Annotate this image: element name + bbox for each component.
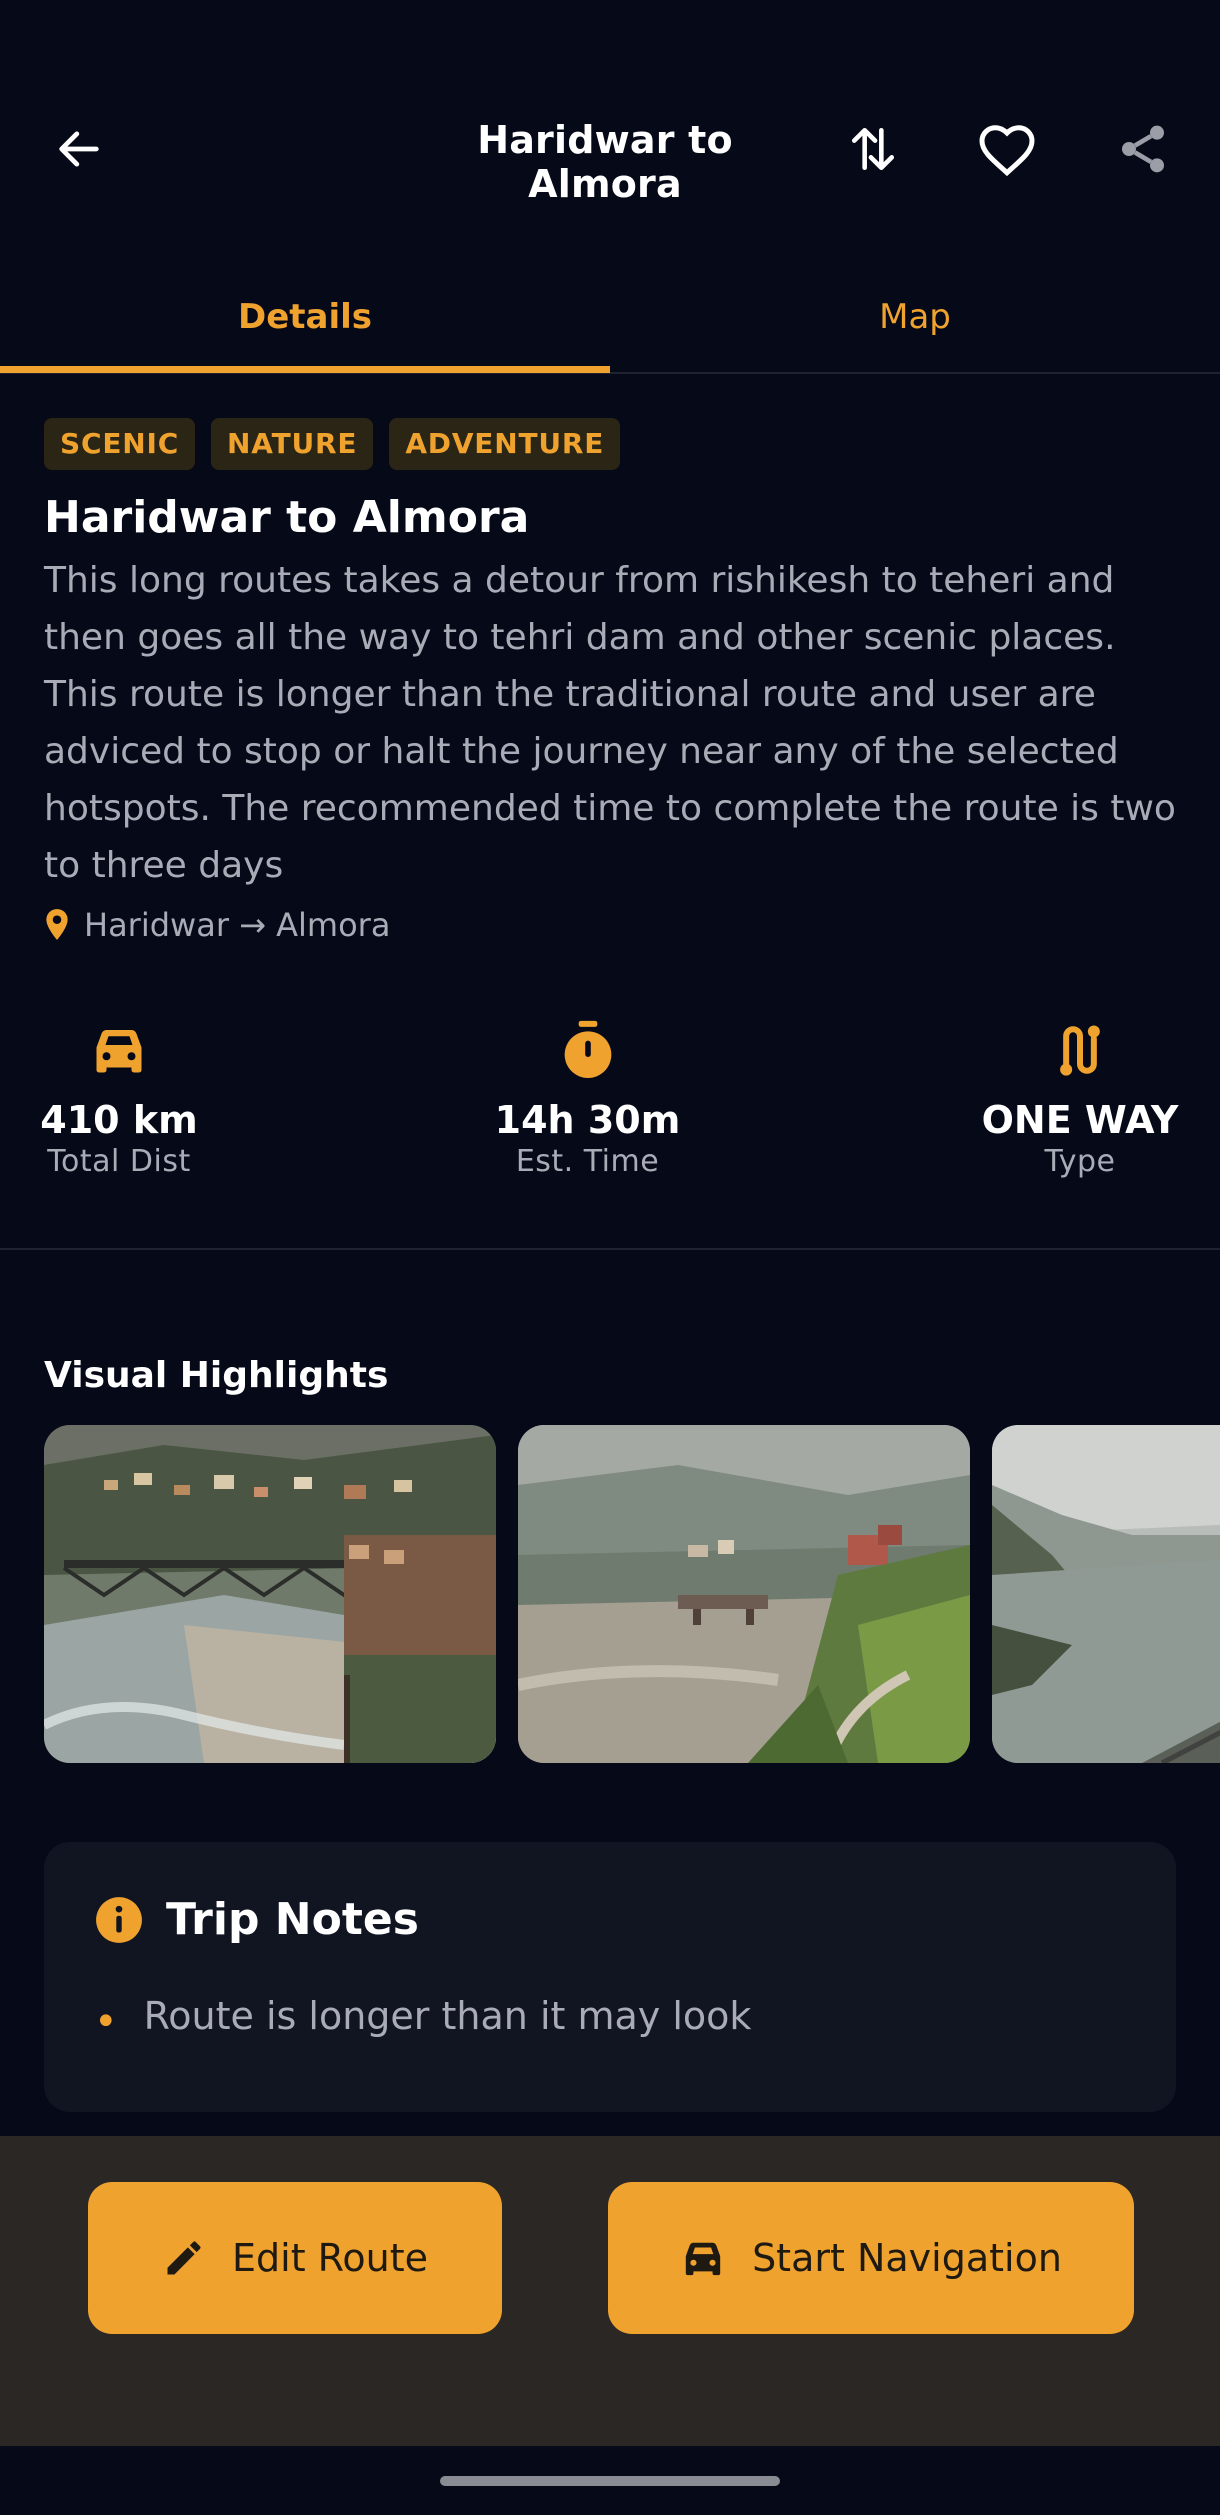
route-location-text: Haridwar → Almora — [84, 906, 391, 944]
note-item: • Route is longer than it may look — [94, 1987, 751, 2045]
tag-adventure: ADVENTURE — [389, 418, 621, 470]
tab-map[interactable]: Map — [610, 262, 1220, 372]
trip-notes-title: Trip Notes — [166, 1894, 419, 1945]
highlight-photo-river-town[interactable] — [44, 1425, 496, 1763]
trip-notes-card: Trip Notes • Route is longer than it may… — [44, 1842, 1176, 2112]
tag-scenic: SCENIC — [44, 418, 196, 470]
pencil-icon — [167, 2241, 201, 2275]
info-icon — [96, 1896, 142, 1943]
tag-list: SCENIC NATURE ADVENTURE — [44, 418, 621, 470]
note-text: Route is longer than it may look — [143, 1994, 752, 2038]
heart-icon[interactable] — [972, 114, 1042, 184]
trip-notes-header: Trip Notes — [94, 1894, 419, 1945]
route-title: Haridwar to Almora — [44, 492, 530, 543]
stat-time-label: Est. Time — [515, 1144, 660, 1179]
location-pin-icon — [46, 909, 68, 940]
note-bullet: • — [94, 1999, 118, 2045]
stat-distance: 410 km Total Dist — [34, 1010, 204, 1179]
stat-time-value: 14h 30m — [494, 1098, 681, 1142]
car-icon — [685, 2242, 721, 2276]
bottom-action-bar: Edit Route Start Navigation — [0, 2136, 1220, 2446]
home-indicator[interactable] — [440, 2476, 780, 2486]
start-navigation-button[interactable]: Start Navigation — [608, 2182, 1134, 2334]
route-description: This long routes takes a detour from ris… — [44, 560, 1176, 886]
edit-route-label: Edit Route — [232, 2236, 428, 2280]
route-location: Haridwar → Almora — [44, 906, 390, 944]
stat-distance-value: 410 km — [40, 1098, 198, 1142]
start-navigation-label: Start Navigation — [752, 2236, 1062, 2280]
car-icon — [34, 1010, 204, 1090]
timer-icon — [480, 1010, 695, 1090]
highlight-photo-river-bend[interactable] — [518, 1425, 970, 1763]
visual-highlights-title: Visual Highlights — [44, 1355, 389, 1396]
back-arrow-icon[interactable] — [44, 114, 114, 184]
tab-details[interactable]: Details — [0, 262, 610, 372]
edit-route-button[interactable]: Edit Route — [88, 2182, 502, 2334]
active-tab-indicator — [0, 366, 610, 373]
share-icon[interactable] — [1108, 114, 1178, 184]
highlights-gallery[interactable] — [44, 1425, 1220, 1765]
app-header: Haridwar to Almora — [0, 90, 1220, 210]
stat-type-label: Type — [1044, 1144, 1116, 1179]
route-stats: 410 km Total Dist 14h 30m Est. Time ONE … — [0, 1010, 1220, 1250]
swap-direction-icon[interactable] — [838, 114, 908, 184]
tag-nature: NATURE — [211, 418, 374, 470]
tab-bar: Details Map — [0, 262, 1220, 374]
stat-time: 14h 30m Est. Time — [480, 1010, 695, 1179]
route-path-icon — [970, 1010, 1190, 1090]
header-title: Haridwar to Almora — [477, 118, 733, 206]
stat-type-value: ONE WAY — [981, 1098, 1179, 1142]
stat-distance-label: Total Dist — [47, 1144, 191, 1179]
stat-type: ONE WAY Type — [970, 1010, 1190, 1179]
highlight-photo-lake[interactable] — [992, 1425, 1220, 1763]
